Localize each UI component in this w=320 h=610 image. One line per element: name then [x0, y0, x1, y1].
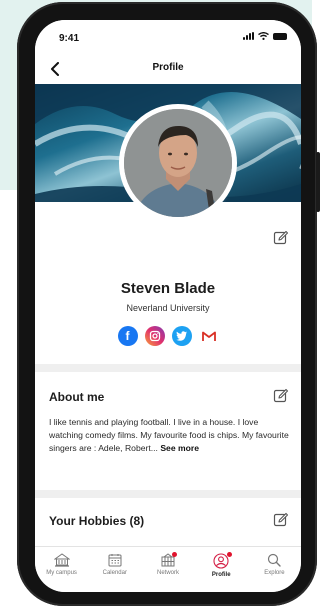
- about-card: About me I like tennis and playing footb…: [35, 372, 301, 490]
- tab-label-calendar: Calendar: [102, 570, 127, 576]
- edit-cover-icon[interactable]: [273, 230, 289, 246]
- tab-calendar[interactable]: Calendar: [88, 547, 141, 592]
- tab-label-network: Network: [157, 570, 180, 576]
- status-icons: [243, 32, 287, 40]
- search-icon: [268, 553, 282, 567]
- status-time: 9:41: [59, 33, 80, 44]
- wifi-icon: [258, 32, 269, 40]
- phone-frame: 9:41 Profile Steven Blade Neverland Univ…: [17, 2, 320, 606]
- profile-name: Steven Blade: [120, 280, 216, 297]
- profile-university: Neverland University: [126, 303, 210, 313]
- twitter-icon[interactable]: [171, 326, 192, 346]
- avatar[interactable]: [119, 104, 237, 222]
- campus-icon: [53, 553, 70, 567]
- signal-icon: [243, 32, 254, 40]
- tab-label-profile: Profile: [211, 572, 231, 578]
- battery-icon: [273, 32, 287, 40]
- facebook-icon[interactable]: f: [117, 326, 138, 346]
- calendar-icon: [108, 554, 122, 567]
- about-text: I like tennis and playing football. I li…: [49, 416, 289, 455]
- profile-badge: [226, 552, 232, 557]
- social-links: f: [35, 326, 301, 346]
- tab-label-explore: Explore: [264, 570, 285, 576]
- phone-screen: 9:41 Profile Steven Blade Neverland Univ…: [35, 20, 301, 592]
- tab-label-my-campus: My campus: [46, 570, 77, 576]
- edit-about-icon[interactable]: [273, 388, 289, 404]
- tab-explore[interactable]: Explore: [248, 547, 301, 592]
- network-badge: [172, 552, 178, 557]
- app-header: Profile: [35, 54, 301, 84]
- avatar-photo: [124, 109, 232, 217]
- tab-network[interactable]: Network: [141, 547, 194, 592]
- about-title: About me: [49, 390, 105, 404]
- edit-hobbies-icon[interactable]: [273, 512, 289, 528]
- tab-my-campus[interactable]: My campus: [35, 547, 88, 592]
- tab-bar: My campus Calendar Network Profile Explo…: [35, 546, 301, 592]
- profile-card: Steven Blade Neverland University f: [35, 202, 301, 364]
- status-bar: 9:41: [35, 20, 301, 54]
- gmail-icon[interactable]: [198, 326, 219, 346]
- phone-side-button: [316, 152, 320, 212]
- tab-profile[interactable]: Profile: [195, 547, 248, 592]
- instagram-icon[interactable]: [144, 326, 165, 346]
- page-title: Profile: [152, 62, 184, 73]
- hobbies-title: Your Hobbies (8): [49, 514, 145, 528]
- see-more-link[interactable]: See more: [160, 443, 199, 453]
